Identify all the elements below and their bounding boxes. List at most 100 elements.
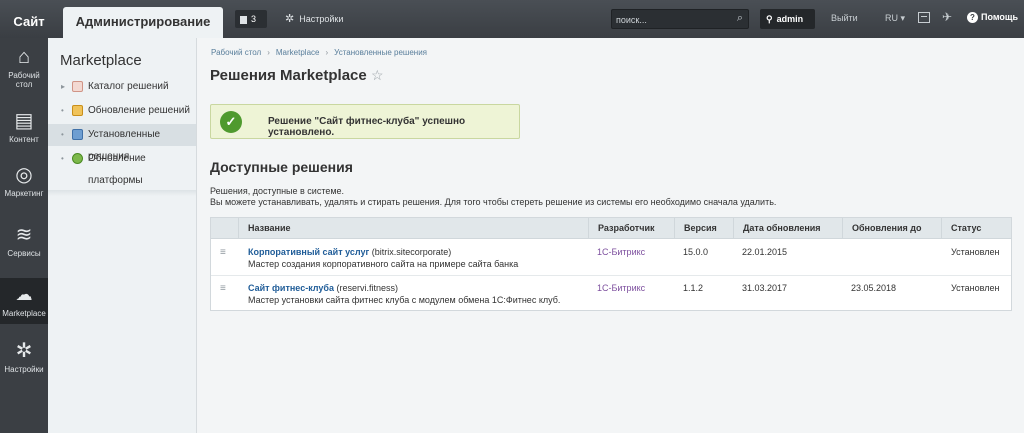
column-header-version[interactable]: Версия (674, 218, 733, 239)
breadcrumb-item[interactable]: Рабочий стол (211, 48, 261, 57)
notification-icon (240, 15, 247, 24)
installed-solutions-icon (72, 129, 83, 140)
gear-icon: ✲ (285, 13, 295, 25)
user-button[interactable]: ⚲ admin (760, 9, 815, 29)
rail-item-marketing[interactable]: ◎ Маркетинг (0, 164, 48, 212)
column-header-status[interactable]: Статус (941, 218, 1011, 239)
rail-label: Настройки (4, 365, 44, 374)
search-icon[interactable]: ⌕ (737, 12, 743, 25)
solution-description: Мастер установки сайта фитнес клуба с мо… (248, 295, 561, 305)
panel-toggle-icon[interactable] (918, 12, 930, 23)
user-name: admin (776, 14, 804, 24)
developer-cell: 1С-Битрикс (597, 247, 646, 257)
solution-name-cell: Корпоративный сайт услуг (bitrix.sitecor… (248, 247, 518, 269)
solutions-table: Название Разработчик Версия Дата обновле… (210, 217, 1012, 311)
submenu-label: Обновление решений (88, 105, 190, 116)
expand-arrow-icon[interactable]: ▸ (61, 76, 65, 98)
solution-name-cell: Сайт фитнес-клуба (reservi.fitness) Маст… (248, 283, 560, 305)
column-header-name[interactable]: Название (238, 218, 584, 239)
bullet-icon: • (61, 130, 64, 139)
breadcrumb-item[interactable]: Установленные решения (334, 48, 427, 57)
rail-item-services[interactable]: ≋ Сервисы (0, 224, 48, 272)
rail-item-content[interactable]: ▤ Контент (0, 110, 48, 158)
rail-item-settings[interactable]: ✲ Настройки (0, 340, 48, 388)
table-row[interactable]: ≡ Сайт фитнес-клуба (reservi.fitness) Ма… (211, 275, 1011, 310)
solution-link[interactable]: Корпоративный сайт услуг (248, 247, 369, 257)
submenu-item-installed[interactable]: • Установленные решения (48, 124, 196, 162)
star-icon[interactable]: ☆ (371, 67, 384, 84)
help-label: Помощь (981, 12, 1019, 22)
submenu-label: Обновление платформы (88, 153, 146, 186)
solution-code: (reservi.fitness) (336, 283, 399, 293)
bullet-icon: • (61, 154, 64, 163)
rail-label-line2: стол (15, 80, 33, 89)
page-title: Решения Marketplace (210, 67, 367, 84)
solution-link[interactable]: Сайт фитнес-клуба (248, 283, 334, 293)
main-content: Рабочий стол › Marketplace › Установленные р… (197, 38, 1024, 433)
status-cell: Установлен (951, 283, 1000, 293)
target-icon: ◎ (15, 164, 33, 186)
rail-item-desktop[interactable]: ⌂ Рабочий стол (0, 46, 48, 102)
tab-site[interactable]: Сайт (0, 8, 58, 38)
row-menu-icon[interactable]: ≡ (220, 247, 226, 258)
update-solutions-icon (72, 105, 83, 116)
pin-icon[interactable]: ✈ (942, 10, 952, 24)
submenu-item-updates[interactable]: • Обновление решений (48, 100, 196, 122)
submenu: Marketplace ▸ Каталог решений • Обновлен… (48, 38, 197, 433)
submenu-title: Marketplace (60, 52, 142, 69)
version-cell: 15.0.0 (683, 247, 709, 257)
language-label: RU (885, 13, 898, 23)
left-rail: ⌂ Рабочий стол ▤ Контент ◎ Маркетинг ≋ С… (0, 38, 48, 433)
help-link[interactable]: ? Помощь (967, 12, 1018, 23)
search-box: ⌕ (611, 9, 749, 29)
language-select[interactable]: RU ▾ (885, 13, 905, 24)
document-icon: ▤ (14, 110, 34, 132)
rail-label: Рабочий (8, 71, 40, 80)
top-bar: Сайт Администрирование 3 ✲ Настройки ⌕ ⚲a… (0, 0, 1024, 38)
row-menu-icon[interactable]: ≡ (220, 283, 226, 294)
status-cell: Установлен (951, 247, 1000, 257)
rail-label: Контент (9, 135, 39, 144)
help-icon: ? (967, 12, 978, 23)
success-text: Решение "Сайт фитнес-клуба" успешно уста… (268, 116, 466, 138)
settings-link[interactable]: ✲ Настройки (285, 12, 343, 25)
breadcrumb-separator-icon: › (325, 48, 329, 57)
breadcrumb-item[interactable]: Marketplace (276, 48, 320, 57)
solution-description: Мастер создания корпоративного сайта на … (248, 259, 519, 269)
tab-administration[interactable]: Администрирование (63, 7, 223, 38)
updated-cell: 22.01.2015 (742, 247, 788, 257)
bullet-icon: • (61, 106, 64, 115)
search-input[interactable] (616, 13, 726, 26)
submenu-item-catalog[interactable]: ▸ Каталог решений (48, 76, 196, 98)
description-line: Решения, доступные в системе. (210, 186, 345, 196)
column-header-updates-until[interactable]: Обновления до (842, 218, 941, 239)
settings-label: Настройки (299, 14, 344, 24)
breadcrumb: Рабочий стол › Marketplace › Установленные р… (211, 48, 427, 57)
gear-icon: ✲ (15, 340, 33, 362)
layers-icon: ≋ (15, 224, 33, 246)
chevron-down-icon: ▾ (898, 13, 906, 23)
platform-update-icon (72, 153, 83, 164)
logout-link[interactable]: Выйти (831, 13, 858, 23)
rail-label: Сервисы (7, 249, 41, 258)
updated-cell: 31.03.2017 (742, 283, 788, 293)
version-cell: 1.1.2 (683, 283, 704, 293)
check-icon: ✓ (220, 111, 242, 133)
success-message: ✓ Решение "Сайт фитнес-клуба" успешно ус… (210, 104, 520, 139)
cloud-icon: ☁ (15, 285, 33, 304)
submenu-item-platform-update[interactable]: • Обновление платформы (48, 148, 196, 186)
catalog-icon (72, 81, 83, 92)
rail-label: Marketplace (2, 309, 46, 318)
table-row[interactable]: ≡ Корпоративный сайт услуг (bitrix.sitec… (211, 240, 1011, 275)
rail-item-marketplace[interactable]: ☁ Marketplace (0, 278, 48, 324)
notifications-button[interactable]: 3 (235, 10, 267, 28)
rail-label: Маркетинг (4, 189, 44, 198)
solution-code: (bitrix.sitecorporate) (371, 247, 452, 257)
submenu-label: Каталог решений (88, 81, 169, 92)
column-header-developer[interactable]: Разработчик (588, 218, 674, 239)
breadcrumb-separator-icon: › (267, 48, 270, 57)
developer-cell: 1С-Битрикс (597, 283, 646, 293)
updates-until-cell: 23.05.2018 (851, 283, 897, 293)
description-line: Вы можете устанавливать, удалять и стира… (210, 197, 777, 207)
column-header-updated[interactable]: Дата обновления (733, 218, 842, 239)
